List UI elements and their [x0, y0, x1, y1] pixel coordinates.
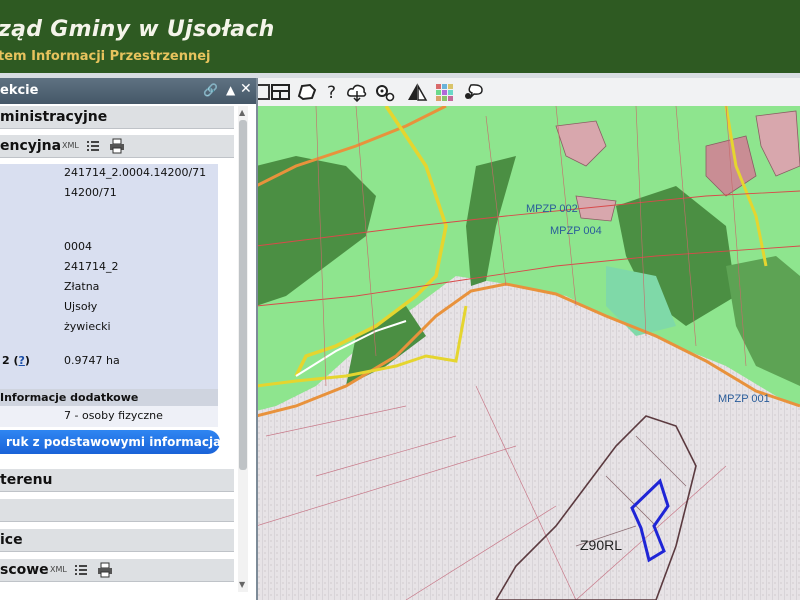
prop-area-value: 0.9747 ha	[64, 354, 120, 367]
section-terenu[interactable]: terenu	[0, 469, 234, 492]
settings-icon[interactable]	[374, 82, 396, 102]
print-button-label: ruk z podstawowymi informacjami	[6, 435, 238, 449]
panel-scrollbar[interactable]: ▲ ▼	[238, 106, 248, 592]
section-label: ice	[0, 532, 23, 548]
map-view[interactable]: MPZP 002 MPZP 004 MPZP 001 Z90RL	[256, 106, 800, 600]
svg-text:?: ?	[327, 83, 336, 102]
polygon-select-icon[interactable]	[296, 82, 318, 102]
link-icon[interactable]: 🔗	[203, 83, 218, 97]
prop-obreb: 0004	[64, 240, 92, 253]
section-ewidencyjna[interactable]: encyjna XML	[0, 135, 234, 158]
measure-icon[interactable]	[406, 82, 428, 102]
section-ice[interactable]: ice	[0, 529, 234, 552]
map-label-z90: Z90RL	[580, 537, 622, 553]
collapse-icon[interactable]: ▲	[226, 83, 235, 97]
scroll-thumb[interactable]	[239, 120, 247, 470]
xml-export-button[interactable]: XML	[50, 565, 67, 574]
section-scowe[interactable]: scowe XML	[0, 559, 234, 582]
scroll-up-icon[interactable]: ▲	[239, 108, 245, 117]
section-administracyjne[interactable]: ministracyjne	[0, 106, 234, 129]
help-icon[interactable]: ?	[322, 82, 344, 102]
app-title: ząd Gminy w Ujsołach	[0, 17, 275, 42]
xml-export-button[interactable]: XML	[62, 141, 79, 150]
section-label: terenu	[0, 472, 53, 488]
info-panel: ekcie 🔗 ▲ ✕ ministracyjne encyjna XML 24…	[0, 78, 258, 600]
print-icon[interactable]	[97, 562, 113, 578]
map-label-mpzp001: MPZP 001	[718, 393, 770, 405]
map-canvas[interactable]: MPZP 002 MPZP 004 MPZP 001 Z90RL	[256, 106, 800, 600]
map-label-mpzp004: MPZP 004	[550, 225, 602, 237]
comment-icon[interactable]	[462, 82, 484, 102]
panel-header: ekcie 🔗 ▲ ✕	[0, 78, 256, 104]
section-label: encyjna	[0, 138, 62, 154]
prop-powiat: żywiecki	[64, 320, 111, 333]
section-collapsed[interactable]	[0, 499, 234, 522]
prop-id: 241714_2.0004.14200/71	[64, 166, 207, 179]
print-basic-info-button[interactable]: ruk z podstawowymi informacjami	[0, 430, 238, 454]
additional-info-row: 7 - osoby fizyczne	[0, 406, 218, 427]
list-icon[interactable]	[74, 563, 88, 577]
prop-area-key: 2 (?)	[2, 354, 30, 367]
layout-icon[interactable]	[270, 82, 292, 102]
app-subtitle: tem Informacji Przestrzennej	[0, 49, 211, 64]
prop-number: 14200/71	[64, 186, 117, 199]
app-header: ząd Gminy w Ujsołach tem Informacji Prze…	[0, 0, 800, 73]
section-label: scowe	[0, 562, 49, 578]
cloud-download-icon[interactable]	[346, 82, 368, 102]
panel-title: ekcie	[0, 83, 39, 98]
prop-obreb-nazwa: Złatna	[64, 280, 100, 293]
map-label-mpzp002: MPZP 002	[526, 203, 578, 215]
area-key-label: 2	[2, 354, 10, 367]
section-label: ministracyjne	[0, 109, 108, 125]
additional-info-header: Informacje dodatkowe	[0, 389, 218, 406]
scroll-down-icon[interactable]: ▼	[239, 580, 245, 589]
map-toolbar: ?	[254, 78, 800, 107]
prop-jednostka: 241714_2	[64, 260, 119, 273]
area-help-link[interactable]: ?	[19, 354, 25, 367]
layers-icon[interactable]	[434, 82, 456, 102]
parcel-properties: 241714_2.0004.14200/71 14200/71 0004 241…	[0, 164, 218, 392]
prop-gmina: Ujsoły	[64, 300, 98, 313]
additional-info-label: Informacje dodatkowe	[0, 391, 139, 404]
close-icon[interactable]: ✕	[240, 81, 252, 97]
list-icon[interactable]	[86, 139, 100, 153]
print-icon[interactable]	[109, 138, 125, 154]
additional-info-value: 7 - osoby fizyczne	[64, 409, 163, 422]
